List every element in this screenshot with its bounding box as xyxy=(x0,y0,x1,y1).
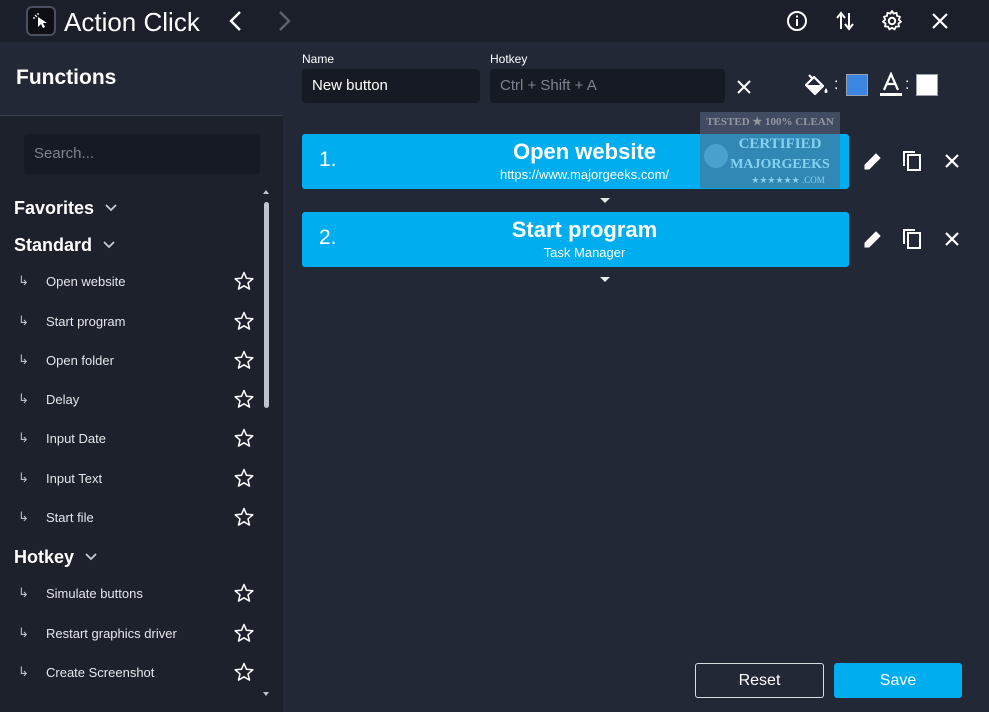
caret-down-icon[interactable] xyxy=(600,277,610,282)
sidebar-title: Functions xyxy=(16,66,117,89)
title-bar: Action Click xyxy=(0,0,989,42)
sub-arrow-icon: ↳ xyxy=(18,625,29,640)
sub-arrow-icon: ↳ xyxy=(18,430,29,445)
name-field[interactable]: New button xyxy=(302,69,480,103)
favorite-star-icon[interactable] xyxy=(234,623,254,643)
chevron-down-icon xyxy=(85,553,97,561)
watermark-line4: ★★★★★★ .COM xyxy=(751,175,824,185)
delete-icon[interactable] xyxy=(940,227,964,251)
delete-icon[interactable] xyxy=(940,149,964,173)
copy-icon[interactable] xyxy=(900,227,924,251)
text-color-icon[interactable] xyxy=(879,72,903,98)
scroll-thumb[interactable] xyxy=(264,202,269,408)
favorite-star-icon[interactable] xyxy=(234,350,254,370)
reset-button[interactable]: Reset xyxy=(695,663,824,698)
cursor-click-icon xyxy=(33,13,47,28)
favorite-star-icon[interactable] xyxy=(234,311,254,331)
chevron-down-icon xyxy=(103,241,115,249)
sub-arrow-icon: ↳ xyxy=(18,509,29,524)
function-item-open-website[interactable]: ↳ Open website xyxy=(18,267,258,295)
watermark-line1: TESTED ★ 100% CLEAN xyxy=(706,116,834,128)
function-item-delay[interactable]: ↳ Delay xyxy=(18,385,258,413)
favorite-star-icon[interactable] xyxy=(234,468,254,488)
favorite-star-icon[interactable] xyxy=(234,389,254,409)
chevron-down-icon xyxy=(105,204,117,212)
function-item-start-program[interactable]: ↳ Start program xyxy=(18,307,258,335)
sub-arrow-icon: ↳ xyxy=(18,470,29,485)
category-hotkey[interactable]: Hotkey xyxy=(14,545,98,569)
gear-icon[interactable] xyxy=(880,9,904,33)
favorite-star-icon[interactable] xyxy=(234,507,254,527)
close-icon[interactable] xyxy=(928,9,952,33)
function-label: Start program xyxy=(46,313,126,329)
favorite-star-icon[interactable] xyxy=(234,271,254,291)
back-icon[interactable] xyxy=(226,9,246,33)
category-standard[interactable]: Standard xyxy=(14,233,116,257)
sub-arrow-icon: ↳ xyxy=(18,352,29,367)
sub-arrow-icon: ↳ xyxy=(18,273,29,288)
copy-icon[interactable] xyxy=(900,149,924,173)
function-label: Input Date xyxy=(46,430,106,446)
function-label: Create Screenshot xyxy=(46,664,155,680)
colon-separator: : xyxy=(905,76,910,93)
app-title: Action Click xyxy=(64,7,200,37)
sub-arrow-icon: ↳ xyxy=(18,391,29,406)
button-editor-header: Name New button Hotkey Ctrl + Shift + A … xyxy=(283,42,989,116)
function-item-simulate-buttons[interactable]: ↳ Simulate buttons xyxy=(18,579,258,607)
sub-arrow-icon: ↳ xyxy=(18,313,29,328)
forward-icon[interactable] xyxy=(274,9,294,33)
name-label: Name xyxy=(302,52,335,66)
action-row-start-program[interactable]: 2. Start program Task Manager xyxy=(302,212,849,267)
scroll-down-arrow-icon[interactable] xyxy=(263,692,269,696)
sub-arrow-icon: ↳ xyxy=(18,664,29,679)
edit-pencil-icon[interactable] xyxy=(861,149,885,173)
clear-hotkey-icon[interactable] xyxy=(735,78,753,96)
function-item-input-text[interactable]: ↳ Input Text xyxy=(18,464,258,492)
function-label: Start file xyxy=(46,509,94,525)
scroll-up-arrow-icon[interactable] xyxy=(263,190,269,194)
favorite-star-icon[interactable] xyxy=(234,583,254,603)
sidebar-header: Functions xyxy=(0,42,283,116)
hotkey-field[interactable]: Ctrl + Shift + A xyxy=(490,69,725,103)
search-input[interactable]: Search... xyxy=(24,134,260,174)
watermark-line2: CERTIFIED xyxy=(739,136,822,152)
app-logo xyxy=(26,6,56,36)
text-color-swatch[interactable] xyxy=(916,74,938,96)
sub-arrow-icon: ↳ xyxy=(18,585,29,600)
caret-down-icon[interactable] xyxy=(600,198,610,203)
function-item-input-date[interactable]: ↳ Input Date xyxy=(18,424,258,452)
function-label: Open website xyxy=(46,273,126,289)
function-item-restart-graphics-driver[interactable]: ↳ Restart graphics driver xyxy=(18,619,258,647)
function-item-open-folder[interactable]: ↳ Open folder xyxy=(18,346,258,374)
function-label: Delay xyxy=(46,391,80,407)
save-button[interactable]: Save xyxy=(834,663,962,698)
function-label: Simulate buttons xyxy=(46,585,143,601)
favorite-star-icon[interactable] xyxy=(234,662,254,682)
hotkey-label: Hotkey xyxy=(490,52,528,66)
sort-icon[interactable] xyxy=(833,9,857,33)
functions-sidebar: Search... Favorites Standard ↳ Open webs… xyxy=(0,116,283,712)
favorite-star-icon[interactable] xyxy=(234,428,254,448)
category-label: Hotkey xyxy=(14,546,75,567)
category-label: Standard xyxy=(14,234,93,255)
colon-separator: : xyxy=(834,76,839,93)
majorgeeks-watermark: TESTED ★ 100% CLEAN CERTIFIED MAJORGEEKS… xyxy=(700,112,840,188)
action-subtitle: Task Manager xyxy=(543,245,626,260)
function-label: Input Text xyxy=(46,470,103,486)
sidebar-scrollbar[interactable] xyxy=(263,190,269,696)
function-item-create-screenshot[interactable]: ↳ Create Screenshot xyxy=(18,658,258,686)
background-color-bucket-icon[interactable] xyxy=(803,72,831,98)
function-item-start-file[interactable]: ↳ Start file xyxy=(18,503,258,531)
action-title: Start program xyxy=(511,217,658,242)
function-label: Restart graphics driver xyxy=(46,625,177,641)
category-favorites[interactable]: Favorites xyxy=(14,196,118,220)
category-label: Favorites xyxy=(14,197,95,218)
watermark-line3: MAJORGEEKS xyxy=(730,157,830,172)
info-icon[interactable] xyxy=(785,9,809,33)
function-label: Open folder xyxy=(46,352,114,368)
edit-pencil-icon[interactable] xyxy=(861,227,885,251)
background-color-swatch[interactable] xyxy=(846,74,868,96)
